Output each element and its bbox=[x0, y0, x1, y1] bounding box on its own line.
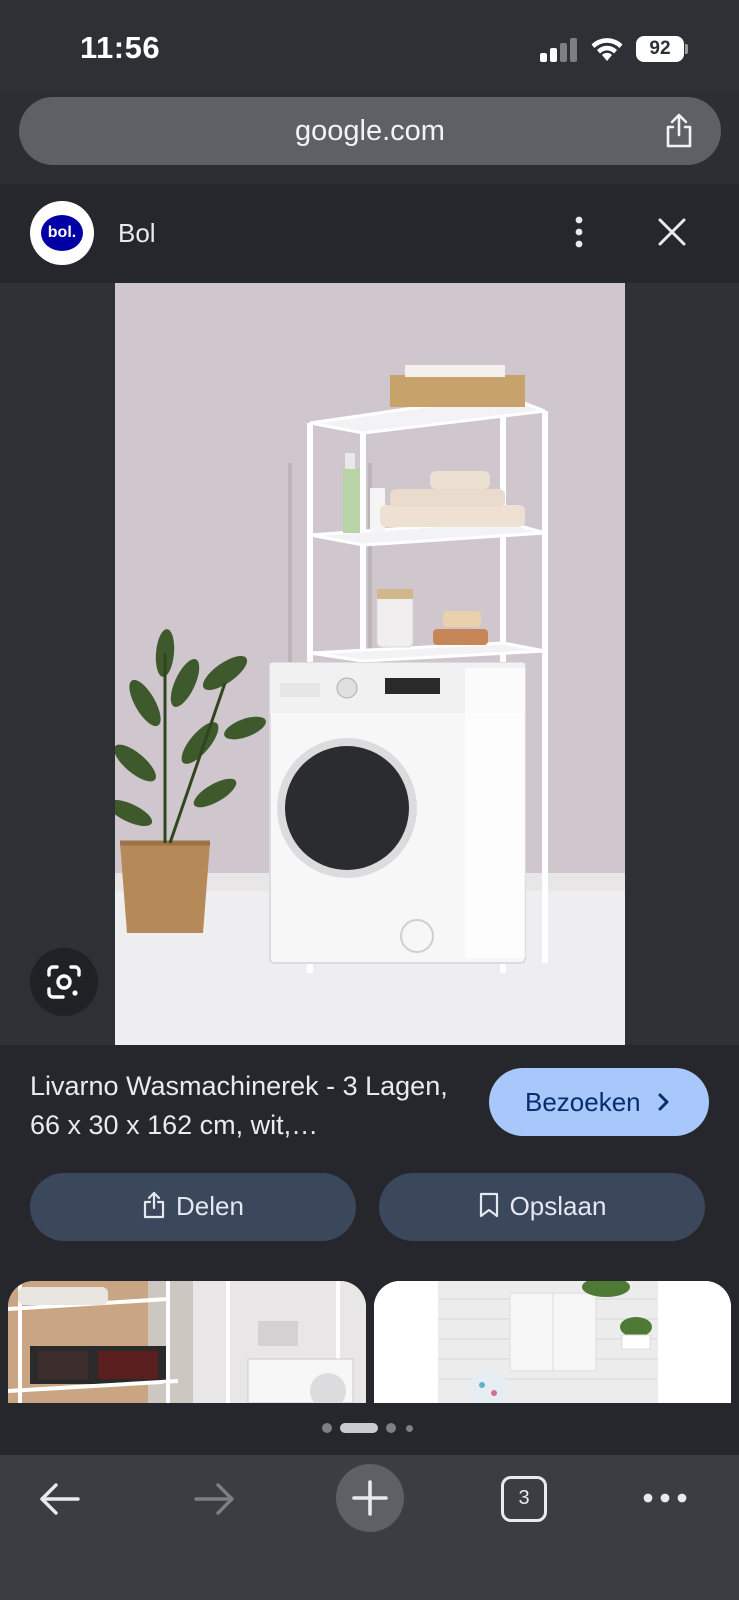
site-logo[interactable]: bol. bbox=[30, 201, 94, 265]
page-dot bbox=[322, 1423, 332, 1433]
related-image-thumbnail[interactable] bbox=[8, 1281, 366, 1403]
related-image-thumbnail[interactable] bbox=[374, 1281, 731, 1403]
product-title[interactable]: Livarno Wasmachinerek - 3 Lagen, 66 x 30… bbox=[30, 1067, 470, 1145]
more-vert-icon[interactable] bbox=[564, 212, 594, 252]
chevron-right-icon bbox=[658, 1093, 669, 1111]
page-dot bbox=[386, 1423, 396, 1433]
share-icon[interactable] bbox=[659, 111, 699, 151]
source-header: bol. Bol bbox=[0, 184, 739, 283]
back-arrow-icon[interactable] bbox=[36, 1475, 84, 1523]
battery-icon: 92 bbox=[636, 36, 688, 62]
plus-icon bbox=[352, 1480, 388, 1516]
image-viewer bbox=[0, 283, 739, 1045]
new-tab-button[interactable] bbox=[336, 1464, 404, 1532]
forward-arrow-icon[interactable] bbox=[190, 1475, 238, 1523]
save-button[interactable]: Opslaan bbox=[379, 1173, 705, 1241]
url-text: google.com bbox=[295, 115, 445, 147]
bookmark-icon bbox=[479, 1192, 498, 1218]
page-indicator bbox=[0, 1403, 739, 1455]
tab-switcher-button[interactable]: 3 bbox=[501, 1476, 547, 1522]
related-images bbox=[0, 1281, 739, 1403]
address-bar[interactable]: google.com bbox=[19, 97, 721, 165]
visit-button[interactable]: Bezoeken bbox=[489, 1068, 709, 1136]
lens-button[interactable] bbox=[30, 948, 98, 1016]
site-name[interactable]: Bol bbox=[118, 218, 156, 249]
google-lens-icon bbox=[47, 965, 81, 999]
battery-level: 92 bbox=[636, 36, 684, 62]
close-icon[interactable] bbox=[652, 212, 692, 252]
page-dot bbox=[406, 1425, 413, 1432]
site-logo-text: bol. bbox=[41, 215, 83, 251]
status-time: 11:56 bbox=[80, 30, 161, 65]
share-icon bbox=[143, 1191, 165, 1219]
browser-toolbar: 3 bbox=[0, 1455, 739, 1600]
product-info: Livarno Wasmachinerek - 3 Lagen, 66 x 30… bbox=[0, 1045, 739, 1281]
share-button[interactable]: Delen bbox=[30, 1173, 356, 1241]
cellular-signal-icon bbox=[540, 38, 578, 62]
more-horiz-icon[interactable] bbox=[640, 1483, 690, 1513]
visit-button-label: Bezoeken bbox=[525, 1087, 641, 1117]
save-button-label: Opslaan bbox=[509, 1191, 607, 1221]
wifi-icon bbox=[591, 38, 623, 61]
tab-count: 3 bbox=[518, 1487, 530, 1509]
share-button-label: Delen bbox=[176, 1191, 244, 1221]
status-bar: 11:56 92 bbox=[0, 0, 739, 92]
product-image[interactable] bbox=[115, 283, 625, 1045]
page-dot-active bbox=[340, 1423, 378, 1433]
